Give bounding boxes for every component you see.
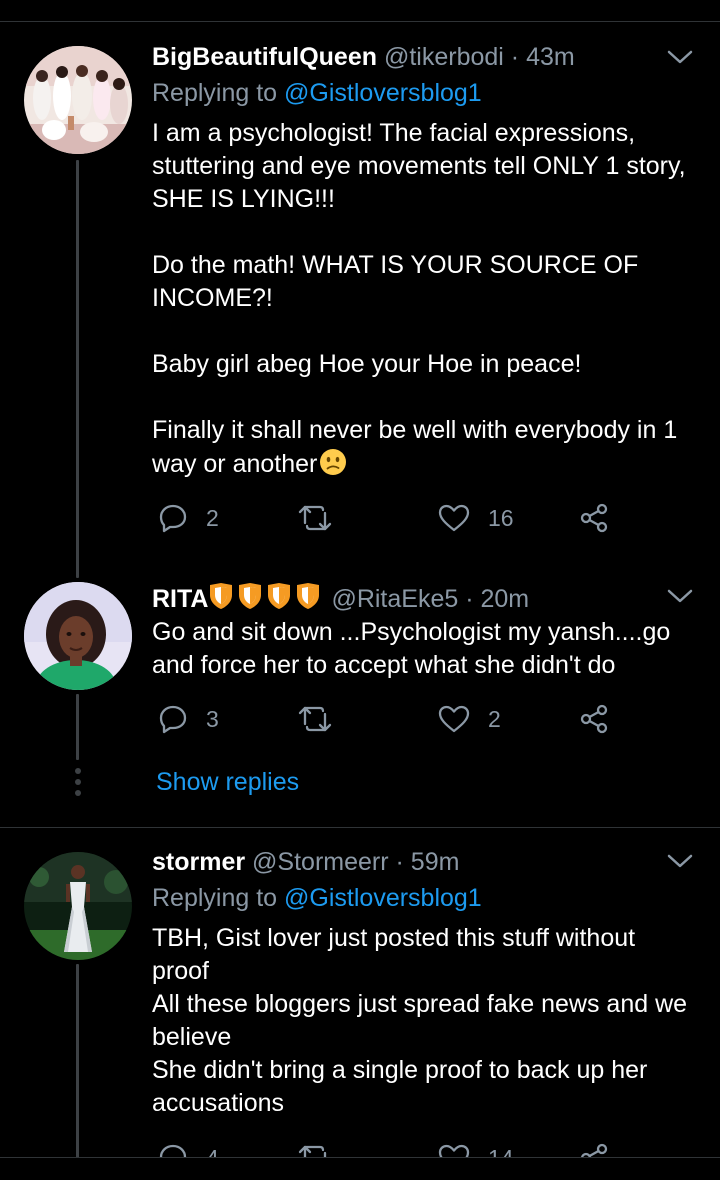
- chevron-down-icon[interactable]: [666, 586, 694, 606]
- mention-link[interactable]: @Gistloversblog1: [284, 79, 482, 107]
- tweet-text: I am a psychologist! The facial expressi…: [152, 119, 686, 213]
- avatar[interactable]: [24, 582, 132, 690]
- show-replies-link[interactable]: Show replies: [156, 768, 299, 797]
- reply-button[interactable]: 2: [158, 498, 219, 538]
- tweet-text: Go and sit down ...Psychologist my yansh…: [152, 618, 671, 679]
- avatar[interactable]: [24, 46, 132, 154]
- tweet-text: Do the math! WHAT IS YOUR SOURCE OF INCO…: [152, 251, 639, 312]
- group-photo-avatar-icon: [24, 46, 132, 154]
- tweet-text: All these bloggers just spread fake news…: [152, 990, 688, 1051]
- tweet-header: BigBeautifulQueen @tikerbodi · 43m: [152, 42, 575, 72]
- retweet-icon: [298, 505, 332, 531]
- like-count: 2: [488, 705, 501, 732]
- display-name[interactable]: BigBeautifulQueen: [152, 43, 377, 71]
- replying-to: Replying to @Gistloversblog1: [152, 883, 482, 913]
- share-button[interactable]: [578, 498, 610, 538]
- user-handle[interactable]: @RitaEke5: [331, 585, 458, 613]
- tweet-body: I am a psychologist! The facial expressi…: [152, 117, 697, 481]
- like-button[interactable]: 16: [438, 498, 514, 538]
- retweet-button[interactable]: [298, 699, 332, 739]
- mention-link[interactable]: @Gistloversblog1: [284, 884, 482, 912]
- retweet-icon: [298, 706, 332, 732]
- separator: ·: [395, 848, 404, 876]
- share-icon: [580, 704, 608, 734]
- bottom-bar: [0, 1157, 720, 1180]
- tweet-header: RITA @RitaEke5 · 20m: [152, 582, 529, 617]
- replying-to: Replying to @Gistloversblog1: [152, 78, 482, 108]
- heart-icon: [438, 504, 470, 532]
- more-replies-dots: [73, 768, 83, 801]
- thread-line: [76, 160, 79, 578]
- tweet-body: Go and sit down ...Psychologist my yansh…: [152, 616, 697, 682]
- tweet-text: She didn't bring a single proof to back …: [152, 1056, 648, 1117]
- tweet-text-line: Finally it shall never be well with ever…: [152, 416, 678, 478]
- thread-line: [76, 964, 79, 1159]
- separator: ·: [510, 43, 520, 71]
- retweet-button[interactable]: [298, 498, 332, 538]
- shield-icon: [297, 583, 320, 609]
- thread-line: [76, 694, 79, 760]
- timestamp[interactable]: 20m: [481, 585, 530, 613]
- share-button[interactable]: [578, 699, 610, 739]
- reply-count: 2: [206, 504, 219, 531]
- tweet-header: stormer @Stormeerr · 59m: [152, 847, 459, 877]
- portrait-avatar-icon: [24, 582, 132, 690]
- separator: ·: [465, 585, 474, 613]
- replying-label: Replying to: [152, 884, 278, 912]
- user-handle[interactable]: @tikerbodi: [384, 43, 504, 71]
- shield-icon: [268, 583, 291, 609]
- tweet-actions: 3 2: [152, 699, 622, 739]
- heart-icon: [438, 705, 470, 733]
- tweet-actions: 2 16: [152, 498, 622, 538]
- timestamp[interactable]: 59m: [411, 848, 460, 876]
- user-handle[interactable]: @Stormeerr: [252, 848, 389, 876]
- reply-count: 3: [206, 705, 219, 732]
- replying-label: Replying to: [152, 79, 278, 107]
- like-button[interactable]: 2: [438, 699, 501, 739]
- tweet-text: Baby girl abeg Hoe your Hoe in peace!: [152, 350, 582, 378]
- shield-icon: [239, 583, 262, 609]
- reply-button[interactable]: 3: [158, 699, 219, 739]
- share-icon: [580, 503, 608, 533]
- top-divider: [0, 21, 720, 22]
- like-count: 16: [488, 504, 514, 531]
- shield-icon: [210, 583, 233, 609]
- timestamp[interactable]: 43m: [526, 43, 575, 71]
- avatar[interactable]: [24, 852, 132, 960]
- tweet-body: TBH, Gist lover just posted this stuff w…: [152, 922, 697, 1120]
- reply-icon: [159, 705, 187, 734]
- tweet-text: TBH, Gist lover just posted this stuff w…: [152, 924, 636, 985]
- section-divider: [0, 827, 720, 828]
- tweet-text: Finally it shall never be well with ever…: [152, 414, 697, 481]
- badge-group: [208, 582, 324, 617]
- reply-icon: [159, 504, 187, 533]
- confused-face-emoji-icon: [320, 449, 347, 475]
- chevron-down-icon[interactable]: [666, 851, 694, 871]
- display-name[interactable]: RITA: [152, 585, 208, 613]
- display-name[interactable]: stormer: [152, 848, 245, 876]
- red-carpet-avatar-icon: [24, 852, 132, 960]
- chevron-down-icon[interactable]: [666, 47, 694, 67]
